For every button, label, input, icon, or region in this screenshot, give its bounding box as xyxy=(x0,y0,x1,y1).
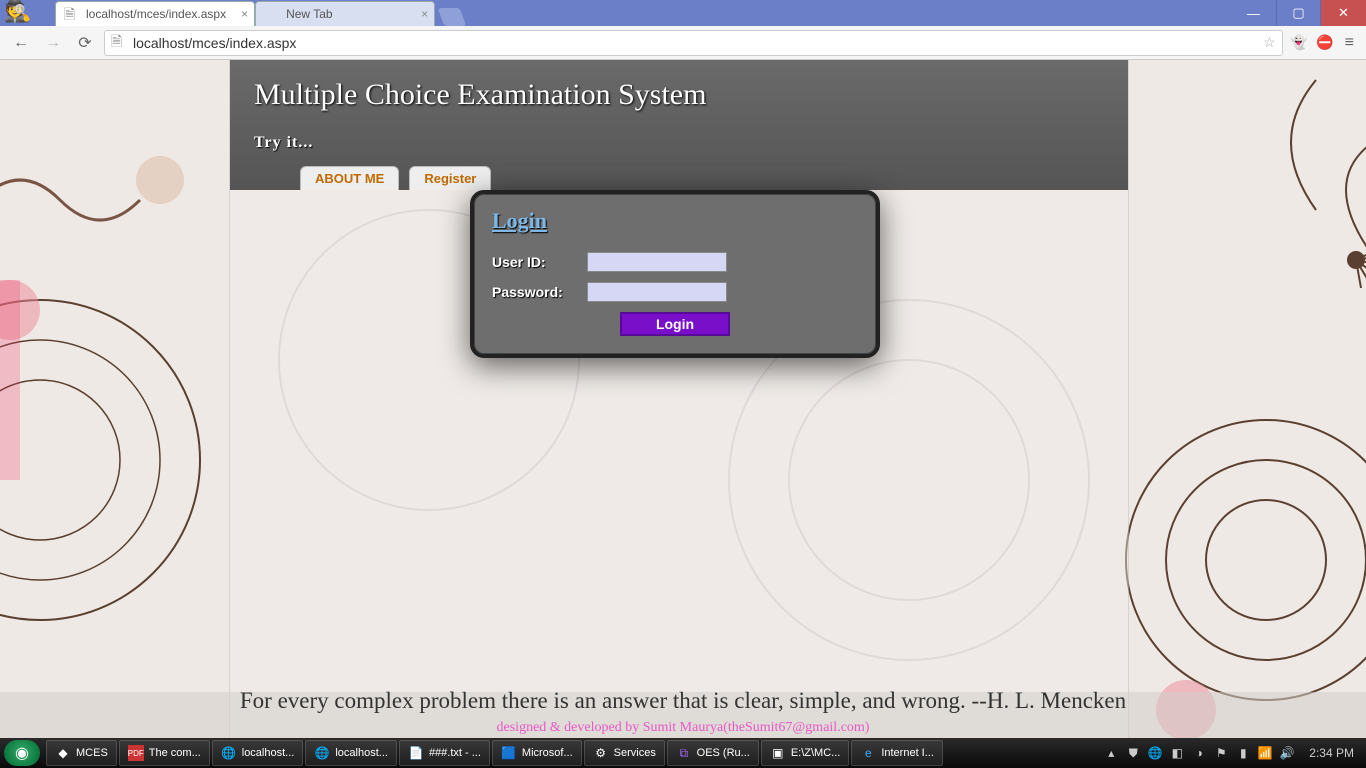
incognito-icon: 🕵️ xyxy=(4,0,44,26)
browser-toolbar: ← → ⟳ 🗎 localhost/mces/index.aspx ☆ 👻 ⛔ … xyxy=(0,26,1366,60)
taskbar-item[interactable]: 📄 ###.txt - ... xyxy=(399,740,490,766)
site-header: Multiple Choice Examination System Try i… xyxy=(230,60,1128,190)
sqlserver-icon: 🟦 xyxy=(501,745,517,761)
new-tab-button[interactable] xyxy=(438,8,467,26)
chrome-icon: 🌐 xyxy=(314,745,330,761)
gear-icon: ⚙ xyxy=(593,745,609,761)
app-icon: ◆ xyxy=(55,745,71,761)
tray-flag-icon[interactable]: ⚑ xyxy=(1213,745,1229,761)
page-viewport: Multiple Choice Examination System Try i… xyxy=(0,60,1366,738)
label-password: Password: xyxy=(492,284,587,300)
taskbar-label: Microsof... xyxy=(522,747,573,759)
back-button[interactable]: ← xyxy=(8,30,34,56)
input-password[interactable] xyxy=(587,282,727,302)
tab-title: New Tab xyxy=(286,7,332,21)
taskbar-item[interactable]: PDF The com... xyxy=(119,740,210,766)
tray-network-icon[interactable]: 🌐 xyxy=(1147,745,1163,761)
page-icon: 🗎 xyxy=(64,6,80,22)
url-text: localhost/mces/index.aspx xyxy=(133,35,296,51)
pdf-icon: PDF xyxy=(128,745,144,761)
nav-tabs: ABOUT ME Register xyxy=(300,166,491,190)
login-button[interactable]: Login xyxy=(620,312,730,336)
label-userid: User ID: xyxy=(492,254,587,270)
quote-text: For every complex problem there is an an… xyxy=(0,688,1366,714)
taskbar-label: MCES xyxy=(76,747,108,759)
tab-title: localhost/mces/index.aspx xyxy=(86,7,226,21)
tray-app-icon[interactable]: ◧ xyxy=(1169,745,1185,761)
login-heading: Login xyxy=(492,208,858,234)
taskbar-item[interactable]: e Internet I... xyxy=(851,740,943,766)
site-icon: 🗎 xyxy=(111,31,127,55)
taskbar-label: The com... xyxy=(149,747,201,759)
chrome-menu-button[interactable]: ≡ xyxy=(1341,34,1358,52)
taskbar-label: localhost... xyxy=(242,747,295,759)
browser-tab-inactive[interactable]: New Tab × xyxy=(255,1,435,26)
content-column: Multiple Choice Examination System Try i… xyxy=(229,60,1129,738)
taskbar-label: OES (Ru... xyxy=(697,747,750,759)
notepad-icon: 📄 xyxy=(408,745,424,761)
taskbar-item[interactable]: 🌐 localhost... xyxy=(212,740,304,766)
credit-text: designed & developed by Sumit Maurya(the… xyxy=(0,720,1366,736)
vs-icon: ⧉ xyxy=(676,745,692,761)
taskbar-item[interactable]: 🌐 localhost... xyxy=(305,740,397,766)
tray-volume-icon[interactable]: 🔊 xyxy=(1279,745,1295,761)
tray-chevron-up-icon[interactable]: ▴ xyxy=(1103,745,1119,761)
browser-tab-active[interactable]: 🗎 localhost/mces/index.aspx × xyxy=(55,1,255,26)
chrome-icon: 🌐 xyxy=(221,745,237,761)
cmd-icon: ▣ xyxy=(770,745,786,761)
tab-about-me[interactable]: ABOUT ME xyxy=(300,166,399,190)
input-userid[interactable] xyxy=(587,252,727,272)
tray-shield-icon[interactable]: ⛊ xyxy=(1125,745,1141,761)
taskbar-label: ###.txt - ... xyxy=(429,747,481,759)
row-password: Password: xyxy=(492,282,858,302)
window-minimize-button[interactable]: — xyxy=(1231,0,1276,26)
row-userid: User ID: xyxy=(492,252,858,272)
tray-wifi-icon[interactable]: 📶 xyxy=(1257,745,1273,761)
tab-close-icon[interactable]: × xyxy=(241,7,248,21)
extension-adblock-icon[interactable]: ⛔ xyxy=(1315,33,1335,53)
window-maximize-button[interactable]: ▢ xyxy=(1276,0,1321,26)
extension-ghostery-icon[interactable]: 👻 xyxy=(1289,33,1309,53)
tab-close-icon[interactable]: × xyxy=(421,7,428,21)
taskbar-label: E:\Z\MC... xyxy=(791,747,841,759)
page-icon xyxy=(264,6,280,22)
taskbar-item[interactable]: ⧉ OES (Ru... xyxy=(667,740,759,766)
system-tray: ▴ ⛊ 🌐 ◧ ◑ ⚑ ▮ 📶 🔊 2:34 PM xyxy=(1103,738,1362,768)
taskbar-label: Services xyxy=(614,747,656,759)
taskbar-label: Internet I... xyxy=(881,747,934,759)
login-panel: Login User ID: Password: Login xyxy=(470,190,880,358)
taskbar-item[interactable]: ▣ E:\Z\MC... xyxy=(761,740,850,766)
tryit-text: Try it... xyxy=(254,134,1104,152)
taskbar-item[interactable]: ◆ MCES xyxy=(46,740,117,766)
taskbar-item[interactable]: ⚙ Services xyxy=(584,740,665,766)
forward-button[interactable]: → xyxy=(40,30,66,56)
taskbar-clock[interactable]: 2:34 PM xyxy=(1309,746,1354,760)
address-bar[interactable]: 🗎 localhost/mces/index.aspx ☆ xyxy=(104,30,1283,56)
taskbar-item[interactable]: 🟦 Microsof... xyxy=(492,740,582,766)
window-close-button[interactable]: ✕ xyxy=(1321,0,1366,26)
tab-register[interactable]: Register xyxy=(409,166,491,190)
reload-button[interactable]: ⟳ xyxy=(72,30,98,56)
ie-icon: e xyxy=(860,745,876,761)
tray-app-icon[interactable]: ◑ xyxy=(1191,745,1207,761)
site-title: Multiple Choice Examination System xyxy=(254,78,1104,112)
bookmark-star-icon[interactable]: ☆ xyxy=(1263,34,1276,51)
tab-strip: 🗎 localhost/mces/index.aspx × New Tab × xyxy=(55,0,463,26)
start-button[interactable]: ◉ xyxy=(4,740,40,766)
tray-battery-icon[interactable]: ▮ xyxy=(1235,745,1251,761)
windows-taskbar: ◉ ◆ MCES PDF The com... 🌐 localhost... 🌐 loc… xyxy=(0,738,1366,768)
taskbar-label: localhost... xyxy=(335,747,388,759)
